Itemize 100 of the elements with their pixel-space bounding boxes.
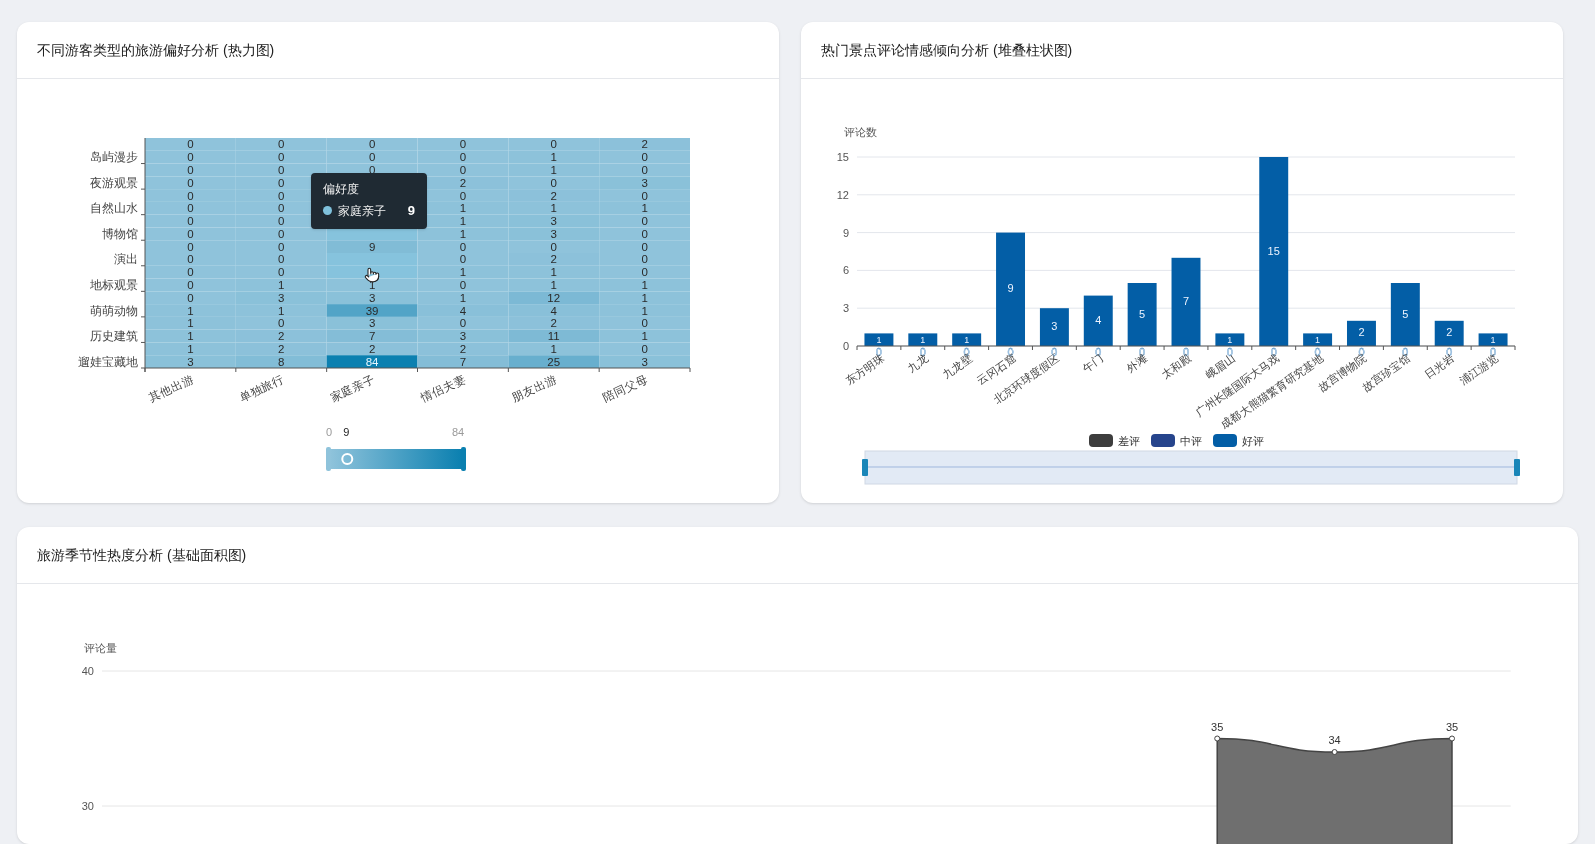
tooltip-value: 9 [407, 202, 415, 220]
cell-value: 0 [459, 317, 467, 330]
tick-label: 12 [836, 188, 849, 201]
cell-value: 2 [550, 189, 557, 202]
data-label: 35 [1445, 720, 1459, 733]
cell-value: 12 [547, 291, 561, 304]
cell-value: 1 [187, 317, 194, 330]
data-label: 34 [1328, 734, 1341, 746]
cell-value: 0 [278, 253, 285, 266]
cell-value: 1 [459, 227, 467, 240]
cell-value: 3 [459, 330, 467, 343]
tooltip-title: 偏好度 [323, 181, 360, 197]
cell-value: 1 [641, 278, 648, 291]
tick-label: 40 [81, 665, 94, 677]
cell-value: 1 [550, 342, 557, 355]
cell-value: 0 [187, 278, 194, 291]
cell-value: 7 [459, 355, 467, 368]
tick-label: 30 [81, 800, 94, 812]
range-min-label: 0 [326, 426, 333, 438]
cell-value: 0 [278, 317, 285, 330]
cell-value: 0 [459, 163, 467, 176]
cell-value: 0 [187, 151, 194, 164]
cell-value: 2 [550, 317, 557, 330]
cell-value: 2 [459, 176, 467, 189]
cell-value: 0 [187, 138, 194, 151]
cell-value: 1 [459, 202, 467, 215]
cell-value: 0 [641, 317, 648, 330]
axis-label: 博物馆 [102, 227, 138, 240]
tooltip-label: 家庭亲子 [338, 202, 386, 220]
cell-value: 0 [187, 291, 194, 304]
data-label: 1 [1227, 334, 1233, 345]
axis-title: 评论数 [844, 126, 877, 138]
cell-value: 0 [459, 253, 467, 266]
cell-value: 0 [641, 227, 648, 240]
cell-value: 1 [550, 278, 557, 291]
cell-value: 0 [187, 215, 194, 228]
cell-value: 0 [187, 176, 194, 189]
cell-value: 2 [368, 342, 376, 355]
range-value-label: 9 [343, 426, 350, 438]
cell-value: 1 [550, 202, 557, 215]
cell-value: 0 [459, 138, 467, 151]
cell-value: 0 [278, 240, 285, 253]
cell-value: 0 [641, 189, 648, 202]
range-max-label: 84 [452, 426, 465, 438]
cell-value: 4 [550, 304, 557, 317]
data-label: 1 [1490, 334, 1496, 345]
cell-value: 0 [187, 266, 194, 279]
cell-value: 0 [187, 202, 194, 215]
axis-label: 情侣夫妻 [419, 372, 468, 405]
cell-value: 0 [459, 151, 467, 164]
cell-value: 1 [278, 304, 285, 317]
cell-value: 0 [550, 240, 557, 253]
cell-value: 0 [641, 253, 648, 266]
cell-value: 0 [459, 189, 467, 202]
cell-value: 1 [550, 163, 557, 176]
card-title: 旅游季节性热度分析 (基础面积图) [37, 545, 247, 565]
data-label: 9 [1007, 282, 1014, 295]
cell-value: 84 [365, 355, 379, 368]
cell-value: 3 [550, 215, 557, 228]
cell-value: 0 [459, 240, 467, 253]
cell-value: 1 [187, 304, 194, 317]
cell-value: 1 [641, 202, 648, 215]
cell-value: 0 [278, 227, 285, 240]
cell-value: 0 [459, 278, 467, 291]
cell-value: 1 [641, 330, 648, 343]
cell-value: 1 [459, 291, 467, 304]
cell-value: 0 [278, 176, 285, 189]
tick-label: 9 [842, 226, 849, 239]
cell-value: 1 [641, 304, 648, 317]
cell-value: 0 [278, 215, 285, 228]
data-label: 5 [1139, 307, 1146, 320]
axis-label: 其他出游 [146, 372, 196, 405]
axis-label: 朋友出游 [510, 372, 559, 405]
data-label: 1 [920, 334, 926, 345]
data-label: 1 [964, 334, 970, 345]
cell-value: 0 [278, 202, 285, 215]
cell-value: 1 [459, 215, 467, 228]
cell-value: 2 [550, 253, 557, 266]
cell-value: 0 [278, 266, 285, 279]
cell-value: 7 [368, 330, 376, 343]
cell-value: 3 [550, 227, 557, 240]
data-label: 35 [1211, 720, 1224, 733]
cell-value: 11 [547, 330, 560, 343]
cell-value: 0 [278, 189, 285, 202]
axis-label: 地标观景 [90, 278, 138, 291]
data-label: 3 [1051, 320, 1058, 333]
cell-value: 3 [368, 291, 376, 304]
axis-label: 遛娃宝藏地 [78, 355, 138, 368]
data-label: 15 [1267, 244, 1280, 257]
axis-label: 陪同父母 [600, 372, 650, 405]
cell-value: 0 [278, 151, 285, 164]
tick-label: 15 [836, 151, 849, 163]
cell-value: 0 [641, 151, 648, 164]
cell-value: 1 [550, 151, 557, 164]
cell-value: 3 [368, 317, 376, 330]
cell-value: 1 [278, 278, 285, 291]
data-label: 2 [1358, 326, 1365, 339]
cell-value: 3 [641, 355, 648, 368]
cell-value: 1 [459, 266, 467, 279]
cell-value: 1 [368, 278, 376, 291]
